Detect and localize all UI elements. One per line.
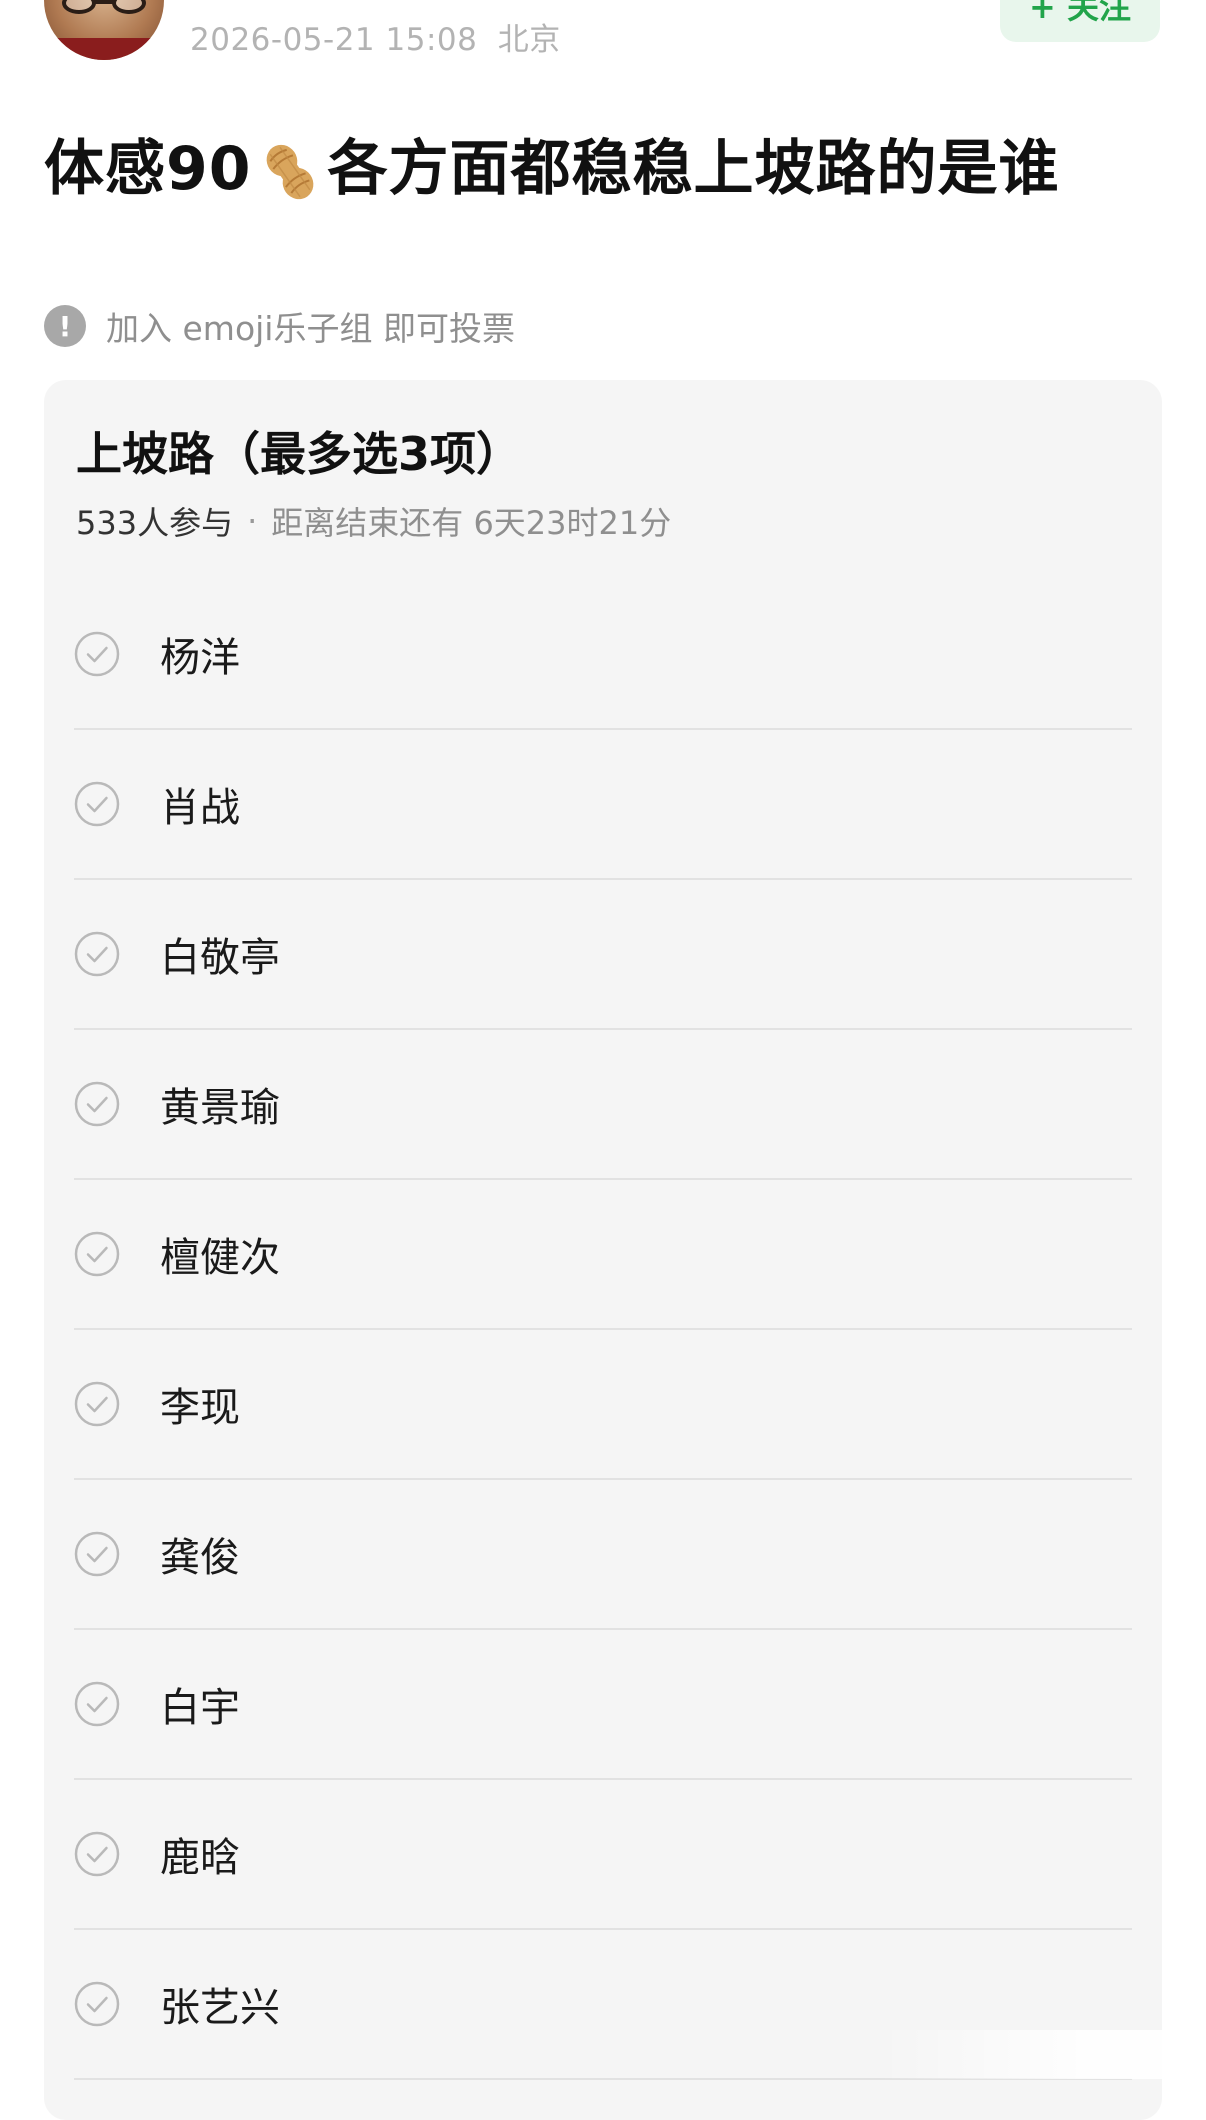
checkmark-circle-icon[interactable] — [74, 1831, 120, 1877]
poll-option-label: 黄景瑜 — [160, 1085, 280, 1131]
post-title-part-2: 各方面都稳稳上坡路的是谁 — [327, 134, 1060, 204]
poll-option-label: 白敬亭 — [160, 935, 280, 981]
follow-button[interactable]: + 关注 — [1000, 0, 1160, 42]
poll-option-label: 白宇 — [160, 1685, 240, 1731]
checkmark-circle-icon[interactable] — [74, 631, 120, 677]
poll-option[interactable]: 杨洋 — [74, 580, 1132, 730]
poll-option-label: 李现 — [160, 1385, 240, 1431]
poll-card: 上坡路（最多选3项） 533人参与 · 距离结束还有 6天23时21分 杨洋 肖… — [44, 380, 1162, 2120]
poll-option-label: 杨洋 — [160, 635, 240, 681]
poll-meta: 533人参与 · 距离结束还有 6天23时21分 — [76, 498, 671, 544]
poll-option-label: 檀健次 — [160, 1235, 280, 1281]
meta-separator: · — [247, 502, 258, 540]
poll-option-label: 张艺兴 — [160, 1985, 280, 2031]
avatar[interactable] — [44, 0, 164, 60]
checkmark-circle-icon[interactable] — [74, 781, 120, 827]
peanut-icon — [256, 138, 324, 206]
poll-option[interactable]: 李现 — [74, 1330, 1132, 1480]
poll-option[interactable]: 白敬亭 — [74, 880, 1132, 1030]
poll-option[interactable]: 肖战 — [74, 730, 1132, 880]
poll-remaining-time: 距离结束还有 6天23时21分 — [271, 504, 672, 542]
checkmark-circle-icon[interactable] — [74, 1681, 120, 1727]
post-timestamp: 2026-05-21 15:08 — [190, 22, 478, 58]
post-title: 体感90 各方面都稳稳上坡路的是谁 — [44, 120, 1060, 207]
exclamation-icon: ! — [44, 305, 86, 347]
checkmark-circle-icon[interactable] — [74, 1081, 120, 1127]
vote-notice-text: 加入 emoji乐子组 即可投票 — [106, 309, 515, 348]
post-meta: 2026-05-21 15:08 北京 — [190, 14, 561, 59]
poll-option-label: 肖战 — [160, 785, 240, 831]
checkmark-circle-icon[interactable] — [74, 1381, 120, 1427]
glasses-graphic — [62, 0, 146, 14]
post-location: 北京 — [497, 22, 561, 58]
post-header: 2026-05-21 15:08 北京 + 关注 — [0, 0, 1206, 90]
poll-option[interactable]: 白宇 — [74, 1630, 1132, 1780]
checkmark-circle-icon[interactable] — [74, 1981, 120, 2027]
poll-option-label: 鹿晗 — [160, 1835, 240, 1881]
poll-participants: 533人参与 — [76, 504, 234, 542]
poll-option[interactable]: 鹿晗 — [74, 1780, 1132, 1930]
poll-options-list: 杨洋 肖战 白敬亭 黄景瑜 檀健次 李现 龚俊 白宇 鹿晗 张艺兴 — [74, 580, 1132, 2080]
poll-option[interactable]: 檀健次 — [74, 1180, 1132, 1330]
vote-notice[interactable]: ! 加入 emoji乐子组 即可投票 — [44, 302, 515, 350]
poll-option-label: 龚俊 — [160, 1535, 240, 1581]
checkmark-circle-icon[interactable] — [74, 1531, 120, 1577]
poll-option[interactable]: 龚俊 — [74, 1480, 1132, 1630]
checkmark-circle-icon[interactable] — [74, 1231, 120, 1277]
poll-option[interactable]: 黄景瑜 — [74, 1030, 1132, 1180]
poll-title: 上坡路（最多选3项） — [76, 427, 523, 481]
post-title-part-1: 体感90 — [44, 134, 252, 204]
watermark-fade — [880, 2030, 1206, 2079]
checkmark-circle-icon[interactable] — [74, 931, 120, 977]
